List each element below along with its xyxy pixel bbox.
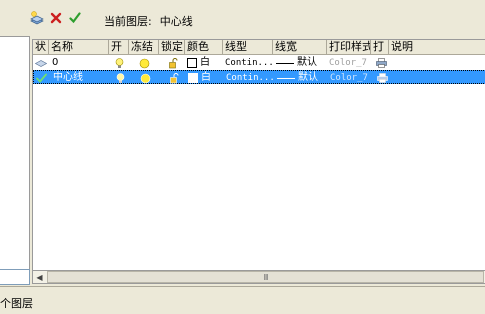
set-current-button[interactable]: [66, 9, 84, 27]
layer-description[interactable]: [392, 71, 485, 85]
layer-color-label: 白: [201, 72, 211, 83]
layer-filter-tree[interactable]: [0, 36, 30, 273]
layer-name[interactable]: 中心线: [53, 71, 110, 85]
layer-linetype[interactable]: Contin...: [226, 71, 274, 85]
lineweight-sample: [276, 62, 294, 64]
filter-search-field[interactable]: [0, 269, 30, 285]
column-header-lock[interactable]: 锁定: [159, 40, 185, 54]
status-separator: [0, 286, 485, 287]
layer-name[interactable]: 0: [52, 56, 109, 70]
unlock-icon[interactable]: [166, 56, 180, 70]
unlock-icon[interactable]: [167, 71, 181, 85]
current-layer-label: 当前图层:: [104, 15, 152, 28]
lineweight-sample: [277, 77, 295, 79]
column-header-plot[interactable]: 打: [371, 40, 389, 54]
new-layer-icon: [30, 11, 44, 25]
printer-icon[interactable]: [374, 71, 390, 85]
column-header-description[interactable]: 说明: [389, 40, 485, 54]
arrow-left-icon: ◀: [36, 272, 43, 282]
scrollbar-grip: III: [263, 272, 268, 282]
set-current-icon: [69, 12, 81, 24]
column-header-name[interactable]: 名称: [49, 40, 109, 54]
current-layer-value: 中心线: [159, 15, 193, 28]
layer-lineweight-label: 默认: [298, 72, 318, 83]
status-bar-text: 个图层: [0, 297, 33, 310]
layer-color[interactable]: 白: [187, 56, 223, 70]
delete-layer-button[interactable]: [47, 9, 65, 27]
lightbulb-on-icon[interactable]: [113, 71, 127, 85]
layer-list: 状 名称 开 冻结 锁定 颜色 线型 线宽 打印样式 打 说明 0 白 Cont…: [32, 39, 485, 272]
layer-color-label: 白: [200, 57, 210, 68]
layer-lineweight[interactable]: 默认: [276, 56, 327, 70]
sun-thaw-icon[interactable]: [138, 71, 152, 85]
layer-toolbar: [28, 8, 85, 28]
color-swatch: [187, 58, 197, 68]
column-header-plotstyle[interactable]: 打印样式: [327, 40, 371, 54]
layer-lineweight[interactable]: 默认: [277, 71, 328, 85]
layer-plotstyle: Color_7: [330, 73, 368, 83]
layer-row-selected[interactable]: 中心线 白 Contin... 默认 Color_7: [33, 70, 485, 84]
current-check-icon[interactable]: [36, 71, 50, 85]
scroll-left-button[interactable]: ◀: [33, 271, 46, 283]
layer-icon[interactable]: [35, 56, 49, 70]
printer-icon[interactable]: [373, 56, 389, 70]
column-header-on[interactable]: 开: [109, 40, 129, 54]
color-swatch: [188, 73, 198, 83]
layer-list-header: 状 名称 开 冻结 锁定 颜色 线型 线宽 打印样式 打 说明: [33, 40, 485, 55]
current-layer-display: 当前图层: 中心线: [104, 13, 193, 29]
horizontal-scrollbar[interactable]: ◀ III: [32, 270, 485, 284]
column-header-freeze[interactable]: 冻结: [129, 40, 159, 54]
column-header-status[interactable]: 状: [33, 40, 49, 54]
layer-plotstyle: Color_7: [329, 58, 367, 68]
layer-lineweight-label: 默认: [297, 57, 317, 68]
layer-color[interactable]: 白: [188, 71, 224, 85]
layer-linetype[interactable]: Contin...: [225, 56, 273, 70]
column-header-color[interactable]: 颜色: [185, 40, 223, 54]
sun-thaw-icon[interactable]: [137, 56, 151, 70]
scrollbar-thumb[interactable]: III: [47, 271, 484, 283]
layer-row[interactable]: 0 白 Contin... 默认 Color_7: [33, 56, 485, 70]
new-layer-button[interactable]: [28, 9, 46, 27]
lightbulb-on-icon[interactable]: [112, 56, 126, 70]
column-header-lineweight[interactable]: 线宽: [273, 40, 327, 54]
delete-layer-icon: [50, 12, 62, 24]
column-header-linetype[interactable]: 线型: [223, 40, 273, 54]
layer-description[interactable]: [391, 56, 485, 70]
